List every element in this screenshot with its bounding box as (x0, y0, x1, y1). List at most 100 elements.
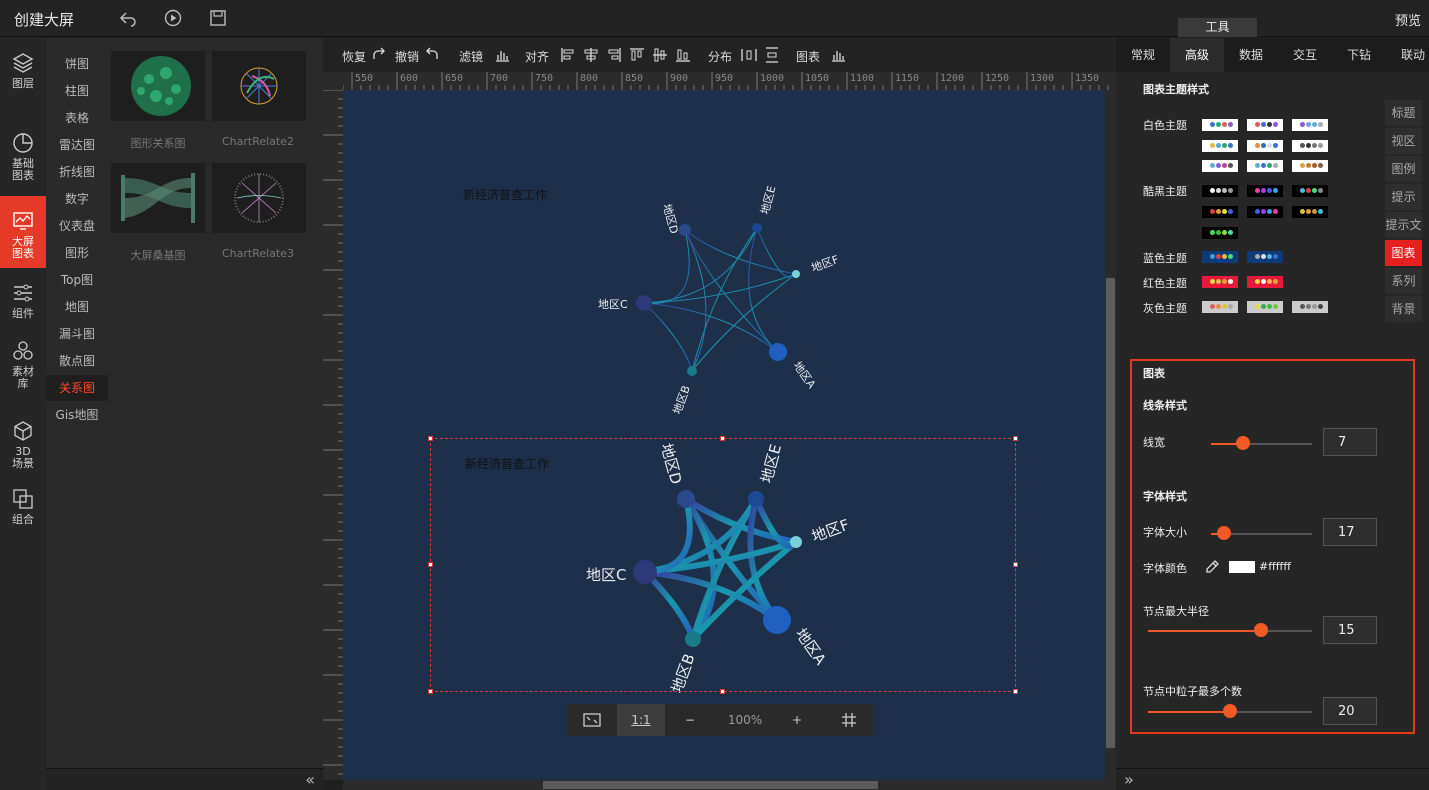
redo-button[interactable]: 恢复 (342, 48, 366, 65)
side-tab-tooltip-text[interactable]: 提示文 (1385, 212, 1422, 238)
filter-button[interactable]: 滤镜 (459, 48, 483, 65)
theme-swatch[interactable] (1202, 276, 1238, 288)
align-right-icon[interactable] (606, 47, 622, 63)
side-tab-legend[interactable]: 图例 (1385, 156, 1422, 182)
distribute-horizontal-icon[interactable] (741, 47, 757, 63)
theme-swatch[interactable] (1247, 185, 1283, 197)
category-number[interactable]: 数字 (46, 186, 108, 212)
theme-swatch[interactable] (1292, 206, 1328, 218)
resize-handle-s[interactable] (720, 689, 725, 694)
category-shape[interactable]: 图形 (46, 240, 108, 266)
chart-icon[interactable] (830, 47, 846, 63)
chart1-node-e[interactable] (752, 223, 762, 233)
align-center-icon[interactable] (583, 47, 599, 63)
category-table[interactable]: 表格 (46, 105, 108, 131)
align-left-icon[interactable] (560, 47, 576, 63)
theme-swatch[interactable] (1202, 227, 1238, 239)
rail-item-materials[interactable]: 素材 库 (0, 326, 46, 398)
chart1-node-f[interactable] (792, 270, 800, 278)
fit-screen-button[interactable] (567, 704, 617, 736)
align-button[interactable]: 对齐 (525, 48, 549, 65)
font-color-swatch[interactable] (1229, 561, 1255, 573)
theme-swatch[interactable] (1202, 160, 1238, 172)
rail-item-basic-charts[interactable]: 基础 图表 (0, 118, 46, 190)
resize-handle-e[interactable] (1013, 562, 1018, 567)
theme-swatch[interactable] (1292, 185, 1328, 197)
theme-swatch[interactable] (1202, 206, 1238, 218)
tools-tab[interactable]: 工具 (1178, 18, 1257, 37)
thumbnail-sankey[interactable] (111, 163, 205, 233)
eyedropper-icon[interactable] (1204, 559, 1220, 575)
particles-slider-knob[interactable] (1223, 704, 1237, 718)
collapse-right-panel[interactable]: » (1116, 768, 1429, 790)
canvas-vertical-scrollbar[interactable] (1105, 90, 1116, 780)
undo-button[interactable]: 撤销 (395, 48, 419, 65)
chart-button[interactable]: 图表 (796, 48, 820, 65)
tab-linkage[interactable]: 联动 (1386, 38, 1429, 72)
align-middle-icon[interactable] (652, 47, 668, 63)
tab-data[interactable]: 数据 (1224, 38, 1278, 72)
category-funnel[interactable]: 漏斗图 (46, 321, 108, 347)
category-map[interactable]: 地图 (46, 294, 108, 320)
resize-handle-nw[interactable] (428, 436, 433, 441)
theme-swatch[interactable] (1202, 140, 1238, 152)
theme-swatch[interactable] (1202, 301, 1238, 313)
tab-advanced[interactable]: 高级 (1170, 38, 1224, 72)
category-gauge[interactable]: 仪表盘 (46, 213, 108, 239)
category-line[interactable]: 折线图 (46, 159, 108, 185)
category-radar[interactable]: 雷达图 (46, 132, 108, 158)
distribute-button[interactable]: 分布 (708, 48, 732, 65)
side-tab-background[interactable]: 背景 (1385, 296, 1422, 322)
align-bottom-icon[interactable] (675, 47, 691, 63)
category-top[interactable]: Top图 (46, 267, 108, 293)
resize-handle-w[interactable] (428, 562, 433, 567)
bar-chart-icon[interactable] (494, 47, 510, 63)
category-bar[interactable]: 柱图 (46, 78, 108, 104)
double-chevron-left-icon[interactable]: « (305, 770, 315, 789)
tab-general[interactable]: 常规 (1116, 38, 1170, 72)
theme-swatch[interactable] (1202, 119, 1238, 131)
side-tab-chart[interactable]: 图表 (1385, 240, 1422, 266)
grid-toggle-button[interactable] (825, 704, 873, 736)
tab-interaction[interactable]: 交互 (1278, 38, 1332, 72)
particles-input[interactable]: 20 (1323, 697, 1377, 725)
selected-chart-frame[interactable]: 新经济普查工作 (428, 436, 1018, 694)
resize-handle-sw[interactable] (428, 689, 433, 694)
side-tab-tooltip[interactable]: 提示 (1385, 184, 1422, 210)
font-size-input[interactable]: 17 (1323, 518, 1377, 546)
side-tab-title[interactable]: 标题 (1385, 100, 1422, 126)
double-chevron-right-icon[interactable]: » (1124, 770, 1134, 789)
theme-swatch[interactable] (1202, 251, 1238, 263)
resize-handle-ne[interactable] (1013, 436, 1018, 441)
actual-size-button[interactable]: 1:1 (617, 704, 665, 736)
align-top-icon[interactable] (629, 47, 645, 63)
design-canvas[interactable]: 新经济普查工作 地区D 地区E 地区F 地区C 地区A 地区B 地区D 地区E … (343, 90, 1105, 780)
theme-swatch[interactable] (1292, 301, 1328, 313)
theme-swatch[interactable] (1247, 119, 1283, 131)
theme-swatch[interactable] (1247, 206, 1283, 218)
chart1-node-a[interactable] (769, 343, 787, 361)
play-icon[interactable] (164, 9, 182, 27)
zoom-in-button[interactable]: + (782, 704, 812, 736)
resize-handle-n[interactable] (720, 436, 725, 441)
thumbnail-graph-relation[interactable] (111, 51, 205, 121)
node-radius-input[interactable]: 15 (1323, 616, 1377, 644)
theme-swatch[interactable] (1247, 276, 1283, 288)
scrollbar-thumb[interactable] (1106, 278, 1115, 748)
rail-item-group[interactable]: 组合 (0, 474, 46, 546)
theme-swatch[interactable] (1247, 301, 1283, 313)
redo-icon[interactable] (371, 47, 387, 63)
undo-icon[interactable] (424, 47, 440, 63)
category-scatter[interactable]: 散点图 (46, 348, 108, 374)
line-width-input[interactable]: 7 (1323, 428, 1377, 456)
theme-swatch[interactable] (1292, 119, 1328, 131)
category-gis-map[interactable]: Gis地图 (46, 402, 108, 428)
scrollbar-thumb[interactable] (543, 781, 878, 789)
rail-item-screen-charts[interactable]: 大屏 图表 (0, 196, 46, 268)
chart1-node-b[interactable] (687, 366, 697, 376)
category-relation[interactable]: 关系图 (46, 375, 108, 401)
chart1-node-c[interactable] (636, 295, 652, 311)
thumbnail-chart-relate2[interactable] (212, 51, 306, 121)
thumbnail-chart-relate3[interactable] (212, 163, 306, 233)
theme-swatch[interactable] (1292, 160, 1328, 172)
